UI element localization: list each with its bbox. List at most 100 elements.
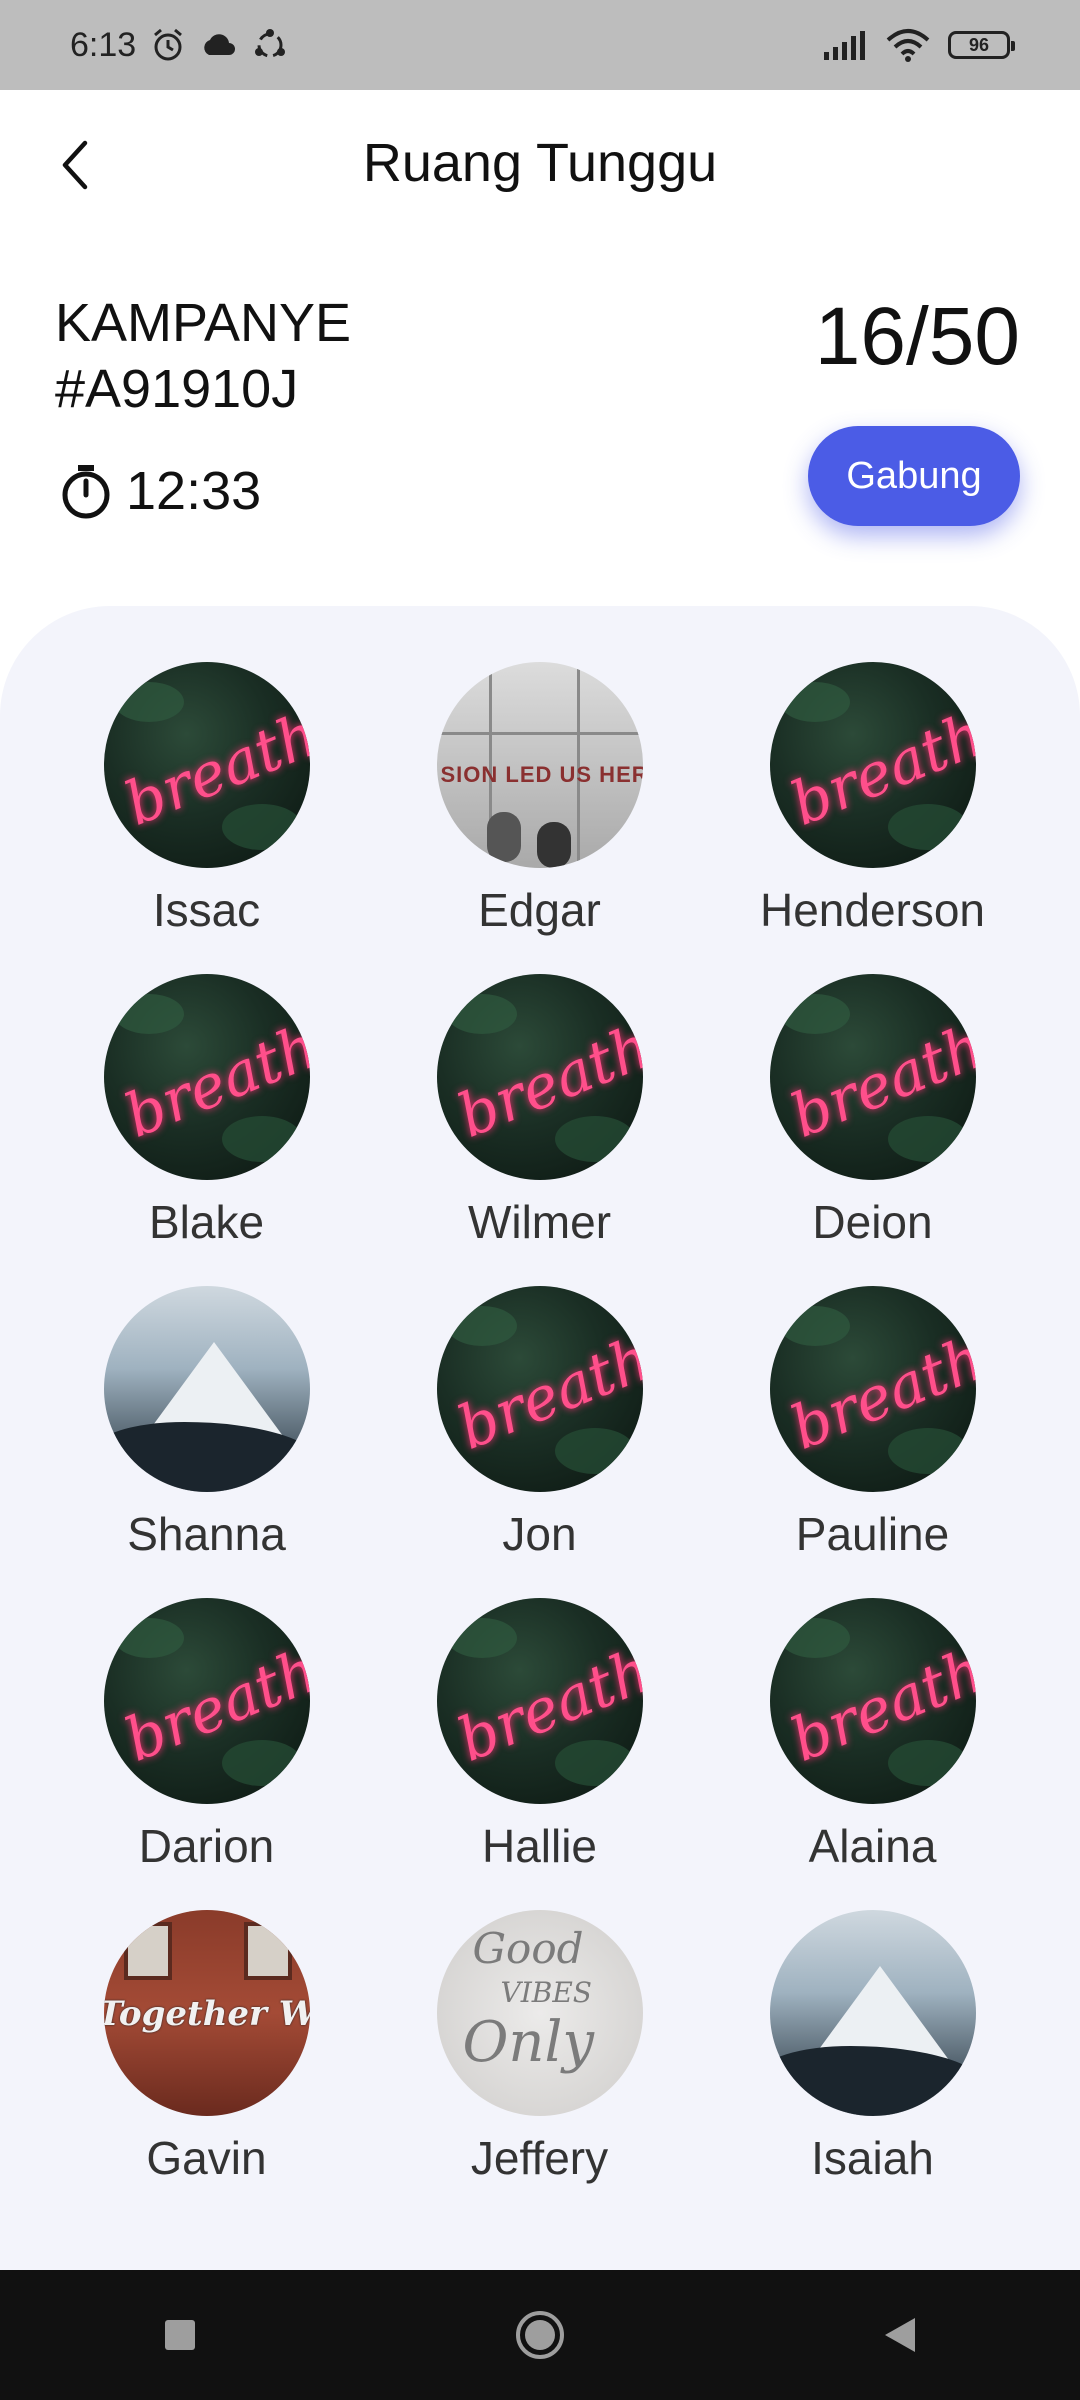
member-item[interactable]: breathe Blake [40,974,373,1250]
stopwatch-icon [62,465,110,519]
avatar: breathe [103,974,310,1180]
avatar: breathe [769,662,976,868]
leaf-shape [887,804,968,850]
avatar: breathe [769,974,976,1180]
leaf-shape [887,1428,968,1474]
leaf-shape [221,1740,302,1786]
join-button[interactable]: Gabung [808,426,1020,526]
status-left: 6:13 [70,26,288,65]
campaign-name: KAMPANYE #A91910J [55,290,351,422]
page-title: Ruang Tunggu [362,133,718,193]
leaf-shape [446,994,517,1034]
member-item[interactable]: breathe Hallie [373,1598,706,1874]
member-name: Hallie [481,1820,598,1872]
member-item[interactable]: Together We C Gavin [40,1910,373,2186]
member-name: Isaiah [811,2132,934,2184]
wifi-icon [886,29,930,62]
leaf-shape [887,1116,968,1162]
avatar-text: Together We C [103,1994,310,2034]
member-name: Jeffery [470,2132,609,2184]
shoe-shape [536,822,571,868]
avatar [769,1910,976,2116]
leaf-shape [113,682,184,722]
home-button[interactable] [500,2295,580,2375]
sync-icon [255,29,286,58]
member-item[interactable]: breathe Jon [373,1286,706,1562]
cloud-icon [204,34,236,55]
status-time: 6:13 [70,25,137,64]
avatar: Good VIBES Only [436,1910,643,2116]
battery-icon: 96 [948,31,1015,59]
window-shape [243,1922,292,1980]
member-item[interactable]: breathe Alaina [706,1598,1039,1874]
alarm-icon [154,28,183,61]
member-name: Edgar [478,884,601,936]
window-shape [123,1922,172,1980]
tile-line [436,732,643,735]
avatar: Together We C [103,1910,310,2116]
leaf-shape [221,804,302,850]
avatar: breathe [769,1598,976,1804]
member-item[interactable]: SION LED US HERE Edgar [373,662,706,938]
avatar: breathe [436,1286,643,1492]
leaf-shape [446,1618,517,1658]
member-name: Issac [152,884,261,936]
member-item[interactable]: breathe Issac [40,662,373,938]
leaf-shape [779,994,850,1034]
avatar-text: Good [472,1924,584,1973]
status-bar: 6:13 96 [0,0,1080,90]
leaf-shape [779,1618,850,1658]
member-name: Blake [148,1196,265,1248]
triangle-left-icon [885,2318,915,2352]
leaf-shape [887,1740,968,1786]
member-name: Darion [138,1820,275,1872]
member-item[interactable]: Isaiah [706,1910,1039,2186]
leaf-shape [554,1116,635,1162]
leaf-shape [779,1306,850,1346]
member-item[interactable]: breathe Pauline [706,1286,1039,1562]
leaf-shape [221,1116,302,1162]
members-grid: breathe Issac SION LED US HERE Edgar breathe… [0,662,1080,2186]
leaf-shape [113,1618,184,1658]
members-panel: breathe Issac SION LED US HERE Edgar breathe… [0,606,1080,2270]
avatar: breathe [769,1286,976,1492]
shoe-shape [486,812,521,862]
battery-level: 96 [968,34,990,55]
signal-icon [824,31,865,60]
member-item[interactable]: breathe Wilmer [373,974,706,1250]
leaf-shape [779,682,850,722]
avatar: breathe [103,662,310,868]
campaign-label: KAMPANYE [55,293,352,353]
campaign-timer: 12:33 [60,460,261,522]
leaf-shape [113,994,184,1034]
circle-icon [516,2311,564,2359]
avatar: breathe [436,1598,643,1804]
avatar [103,1286,310,1492]
member-name: Alaina [808,1820,937,1872]
square-icon [165,2320,195,2350]
member-name: Deion [812,1196,933,1248]
status-right: 96 [822,28,1015,62]
member-name: Henderson [759,884,986,936]
leaf-shape [446,1306,517,1346]
timer-value: 12:33 [126,461,262,521]
member-item[interactable]: Good VIBES Only Jeffery [373,1910,706,2186]
campaign-code: #A91910J [55,359,299,419]
avatar-text: VIBES [500,1976,592,2009]
nav-back-button[interactable] [860,2295,940,2375]
member-item[interactable]: breathe Henderson [706,662,1039,938]
member-name: Pauline [795,1508,950,1560]
member-item[interactable]: breathe Darion [40,1598,373,1874]
leaf-shape [554,1428,635,1474]
system-nav-bar [0,2270,1080,2400]
header: Ruang Tunggu [0,90,1080,250]
participant-count: 16/50 [814,291,1020,382]
recents-button[interactable] [140,2295,220,2375]
member-name: Jon [502,1508,577,1560]
member-item[interactable]: Shanna [40,1286,373,1562]
leaf-shape [554,1740,635,1786]
member-item[interactable]: breathe Deion [706,974,1039,1250]
avatar-text: SION LED US HERE [440,762,643,787]
avatar: breathe [436,974,643,1180]
member-name: Wilmer [467,1196,612,1248]
